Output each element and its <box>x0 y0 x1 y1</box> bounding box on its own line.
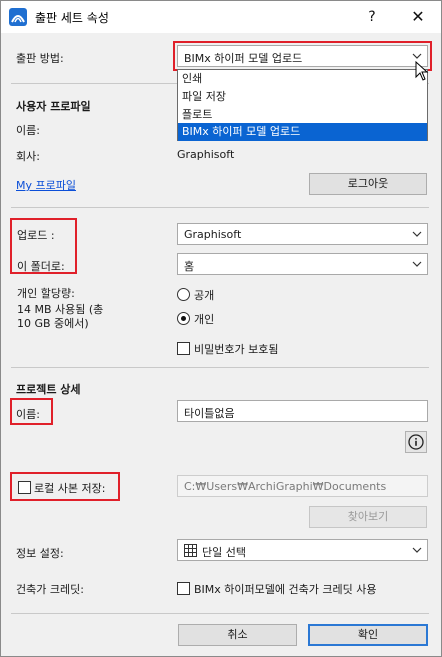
company-value: Graphisoft <box>177 148 235 161</box>
dropdown-option-save-file[interactable]: 파일 저장 <box>178 88 427 106</box>
project-details-heading: 프로젝트 상세 <box>16 383 81 396</box>
cancel-button[interactable]: 취소 <box>178 624 297 646</box>
company-label: 회사: <box>16 150 40 163</box>
user-profile-heading: 사용자 프로파일 <box>16 100 91 113</box>
dropdown-option-plot[interactable]: 플로트 <box>178 106 427 124</box>
close-button[interactable]: ✕ <box>395 1 441 33</box>
public-radio-label: 공개 <box>194 289 215 302</box>
publish-method-dropdown-list: 인쇄 파일 저장 플로트 BIMx 하이퍼 모델 업로드 <box>177 69 428 141</box>
local-path-value: C:₩Users₩ArchiGraphi₩Documents <box>184 480 387 493</box>
archicad-app-icon <box>9 8 27 26</box>
upload-target-select[interactable]: Graphisoft <box>177 223 428 245</box>
highlight-save-local-copy <box>10 472 120 501</box>
private-radio[interactable] <box>177 312 190 325</box>
chevron-down-icon <box>412 261 422 267</box>
info-setting-select[interactable]: 단일 선택 <box>177 539 428 561</box>
highlight-upload-folder <box>10 218 77 274</box>
highlight-publish-method <box>173 41 432 71</box>
window-title: 출판 세트 속성 <box>35 11 109 25</box>
info-setting-label: 정보 설정: <box>16 547 64 560</box>
title-bar: 출판 세트 속성 ? ✕ <box>1 1 441 33</box>
local-path-input[interactable]: C:₩Users₩ArchiGraphi₩Documents <box>177 475 428 497</box>
name-label: 이름: <box>16 124 40 137</box>
dropdown-option-print[interactable]: 인쇄 <box>178 70 427 88</box>
upload-target-value: Graphisoft <box>184 228 242 241</box>
architect-credit-checkbox[interactable] <box>177 582 190 595</box>
project-name-value: 타이틀없음 <box>184 407 235 420</box>
public-radio[interactable] <box>177 288 190 301</box>
quota-label: 개인 할당량: <box>17 287 75 300</box>
chevron-down-icon <box>412 547 422 553</box>
publish-set-properties-dialog: 출판 세트 속성 ? ✕ 출판 방법: BIMx 하이퍼 모델 업로드 사용자 … <box>0 0 442 657</box>
info-button[interactable] <box>405 431 427 453</box>
chevron-down-icon <box>412 231 422 237</box>
separator <box>11 613 429 614</box>
mouse-cursor-icon <box>415 61 429 81</box>
logout-button[interactable]: 로그아웃 <box>309 173 427 195</box>
separator <box>11 207 429 208</box>
highlight-project-name <box>10 398 53 425</box>
quota-detail-line2: 10 GB 중에서) <box>17 317 89 330</box>
password-protected-label: 비밀번호가 보호됨 <box>194 343 279 356</box>
browse-button[interactable]: 찾아보기 <box>309 506 427 528</box>
dropdown-option-bimx-upload[interactable]: BIMx 하이퍼 모델 업로드 <box>178 123 427 141</box>
info-icon <box>408 434 424 450</box>
info-setting-value: 단일 선택 <box>202 546 246 559</box>
my-profile-link[interactable]: My 프로파일 <box>16 177 76 193</box>
publish-method-label: 출판 방법: <box>16 52 64 65</box>
table-icon <box>184 544 197 557</box>
separator <box>11 367 429 368</box>
folder-value: 홈 <box>184 260 195 273</box>
help-button[interactable]: ? <box>349 1 395 33</box>
architect-credit-checkbox-label: BIMx 하이퍼모델에 건축가 크레딧 사용 <box>194 583 377 596</box>
architect-credit-label: 건축가 크레딧: <box>16 583 84 596</box>
password-protected-checkbox[interactable] <box>177 342 190 355</box>
private-radio-label: 개인 <box>194 313 215 326</box>
project-name-input[interactable]: 타이틀없음 <box>177 400 428 422</box>
ok-button[interactable]: 확인 <box>308 624 428 646</box>
folder-select[interactable]: 홈 <box>177 253 428 275</box>
